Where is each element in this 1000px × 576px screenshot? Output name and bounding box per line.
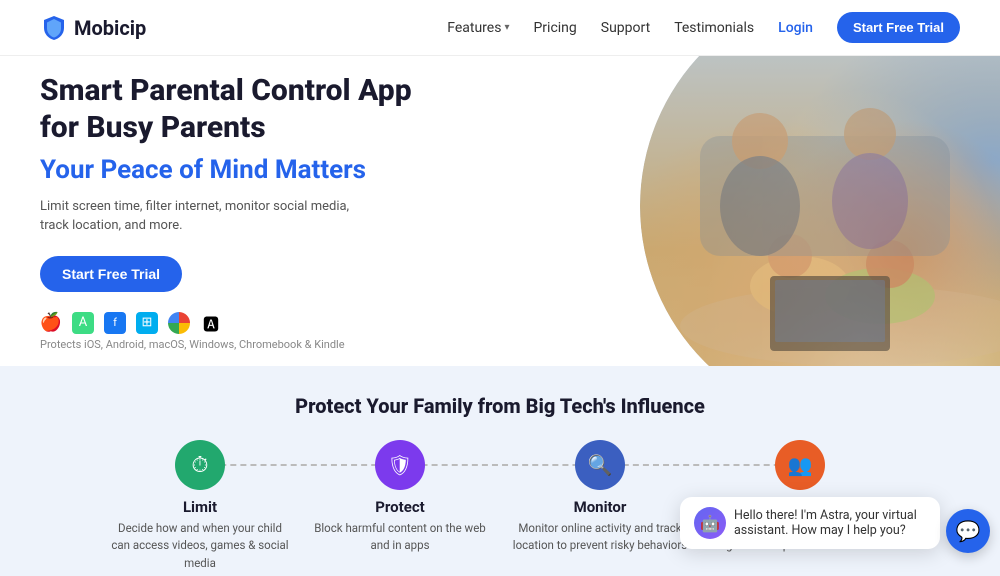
nav-pricing[interactable]: Pricing bbox=[533, 20, 576, 36]
chat-message: Hello there! I'm Astra, your virtual ass… bbox=[734, 508, 926, 538]
nav-support[interactable]: Support bbox=[601, 20, 650, 36]
chat-widget[interactable]: 🤖 Hello there! I'm Astra, your virtual a… bbox=[680, 497, 940, 549]
hero-title: Smart Parental Control App for Busy Pare… bbox=[40, 72, 500, 147]
feature-protect-desc: Block harmful content on the web and in … bbox=[310, 520, 490, 555]
protect-icon: 🛡 bbox=[387, 453, 412, 477]
platform-text: Protects iOS, Android, macOS, Windows, C… bbox=[40, 338, 500, 351]
feature-monitor-desc: Monitor online activity and track locati… bbox=[510, 520, 690, 555]
hero-subtitle: Your Peace of Mind Matters bbox=[40, 155, 500, 185]
chevron-down-icon: ▾ bbox=[504, 22, 509, 33]
hero-start-free-trial-button[interactable]: Start Free Trial bbox=[40, 256, 182, 292]
feature-monitor-name: Monitor bbox=[510, 498, 690, 516]
feature-protect-name: Protect bbox=[310, 498, 490, 516]
header: Mobicip Features ▾ Pricing Support Testi… bbox=[0, 0, 1000, 56]
protect-icon-wrap: 🛡 bbox=[375, 440, 425, 490]
feature-monitor: 🔍 Monitor Monitor online activity and tr… bbox=[500, 440, 700, 555]
family-photo bbox=[640, 56, 1000, 366]
limit-icon: ⏱ bbox=[191, 453, 208, 478]
main-nav: Features ▾ Pricing Support Testimonials … bbox=[447, 12, 960, 43]
chat-bubble-button[interactable]: 💬 bbox=[946, 509, 990, 553]
amazon-icon: 🅰 bbox=[200, 312, 222, 334]
chrome-icon bbox=[168, 312, 190, 334]
monitor-icon: 🔍 bbox=[588, 453, 613, 477]
collaborate-icon-wrap: 👥 bbox=[775, 440, 825, 490]
hero-text-area: Smart Parental Control App for Busy Pare… bbox=[40, 72, 500, 351]
features-section-title: Protect Your Family from Big Tech's Infl… bbox=[40, 394, 960, 418]
nav-features[interactable]: Features ▾ bbox=[447, 20, 509, 36]
android-icon: A bbox=[72, 312, 94, 334]
monitor-icon-wrap: 🔍 bbox=[575, 440, 625, 490]
meta-icon: f bbox=[104, 312, 126, 334]
feature-protect: 🛡 Protect Block harmful content on the w… bbox=[300, 440, 500, 555]
feature-limit-name: Limit bbox=[110, 498, 290, 516]
apple-icon: 🍎 bbox=[40, 312, 62, 334]
limit-icon-wrap: ⏱ bbox=[175, 440, 225, 490]
chat-avatar: 🤖 bbox=[694, 507, 726, 539]
login-link[interactable]: Login bbox=[778, 20, 813, 36]
logo-shield-icon bbox=[40, 14, 68, 42]
collaborate-icon: 👥 bbox=[788, 453, 813, 477]
platform-icons-row: 🍎 A f ⊞ 🅰 bbox=[40, 312, 500, 334]
header-start-free-trial-button[interactable]: Start Free Trial bbox=[837, 12, 960, 43]
hero-image bbox=[500, 56, 1000, 366]
logo[interactable]: Mobicip bbox=[40, 14, 146, 42]
feature-limit-desc: Decide how and when your child can acces… bbox=[110, 520, 290, 572]
hero-section: Smart Parental Control App for Busy Pare… bbox=[0, 56, 1000, 366]
windows-icon: ⊞ bbox=[136, 312, 158, 334]
hero-description: Limit screen time, filter internet, moni… bbox=[40, 197, 360, 236]
nav-testimonials[interactable]: Testimonials bbox=[674, 20, 754, 36]
feature-limit: ⏱ Limit Decide how and when your child c… bbox=[100, 440, 300, 572]
family-illustration bbox=[640, 56, 1000, 366]
logo-text: Mobicip bbox=[74, 16, 146, 40]
shield-background bbox=[640, 56, 1000, 366]
